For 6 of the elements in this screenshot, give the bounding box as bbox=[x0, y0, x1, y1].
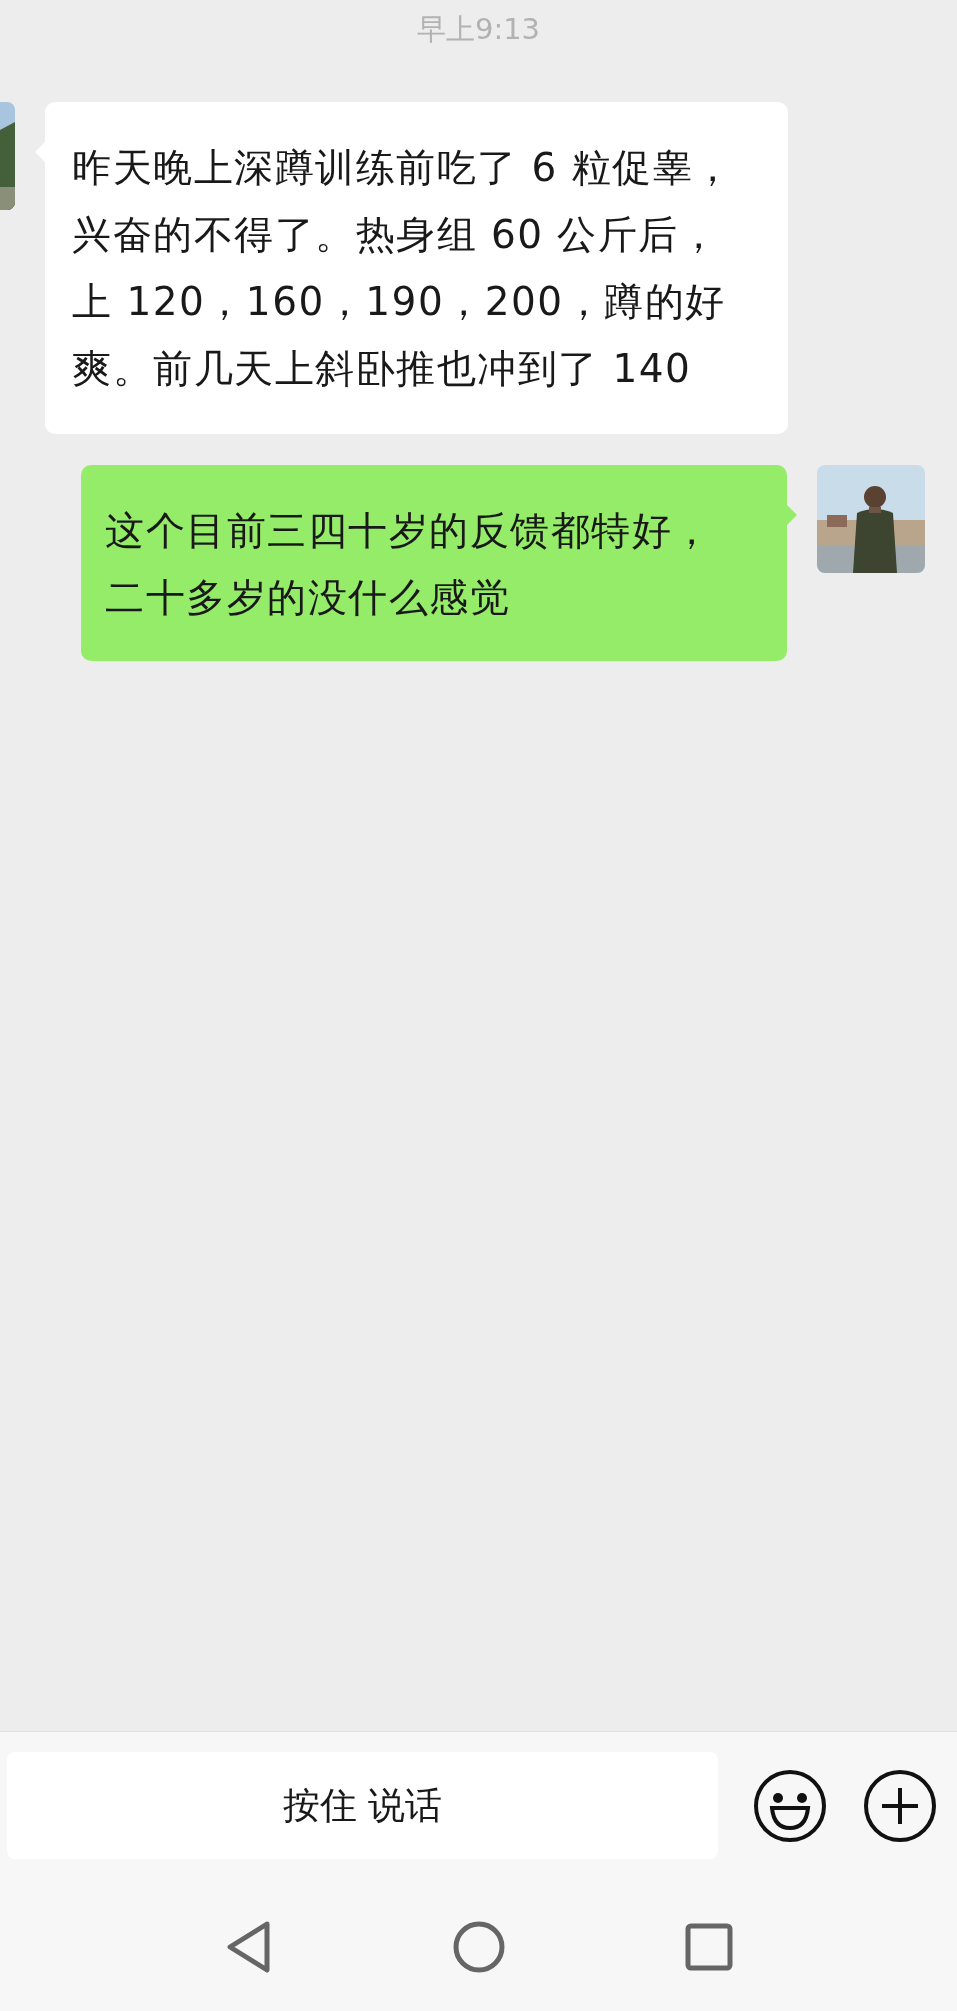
emoji-icon[interactable] bbox=[752, 1767, 828, 1844]
plus-icon[interactable] bbox=[862, 1767, 938, 1844]
hold-to-talk-button[interactable]: 按住 说话 bbox=[7, 1752, 718, 1859]
message-text: 昨天晚上深蹲训练前吃了 6 粒促睾， 兴奋的不得了。热身组 60 公斤后， 上 120，160，190，200，蹲的好 爽。前几天上斜卧推也冲到了 140 bbox=[72, 144, 735, 393]
message-text: 这个目前三四十岁的反馈都特好， 二十多岁的没什么感觉 bbox=[105, 507, 714, 622]
timestamp: 早上9:13 bbox=[415, 11, 542, 48]
